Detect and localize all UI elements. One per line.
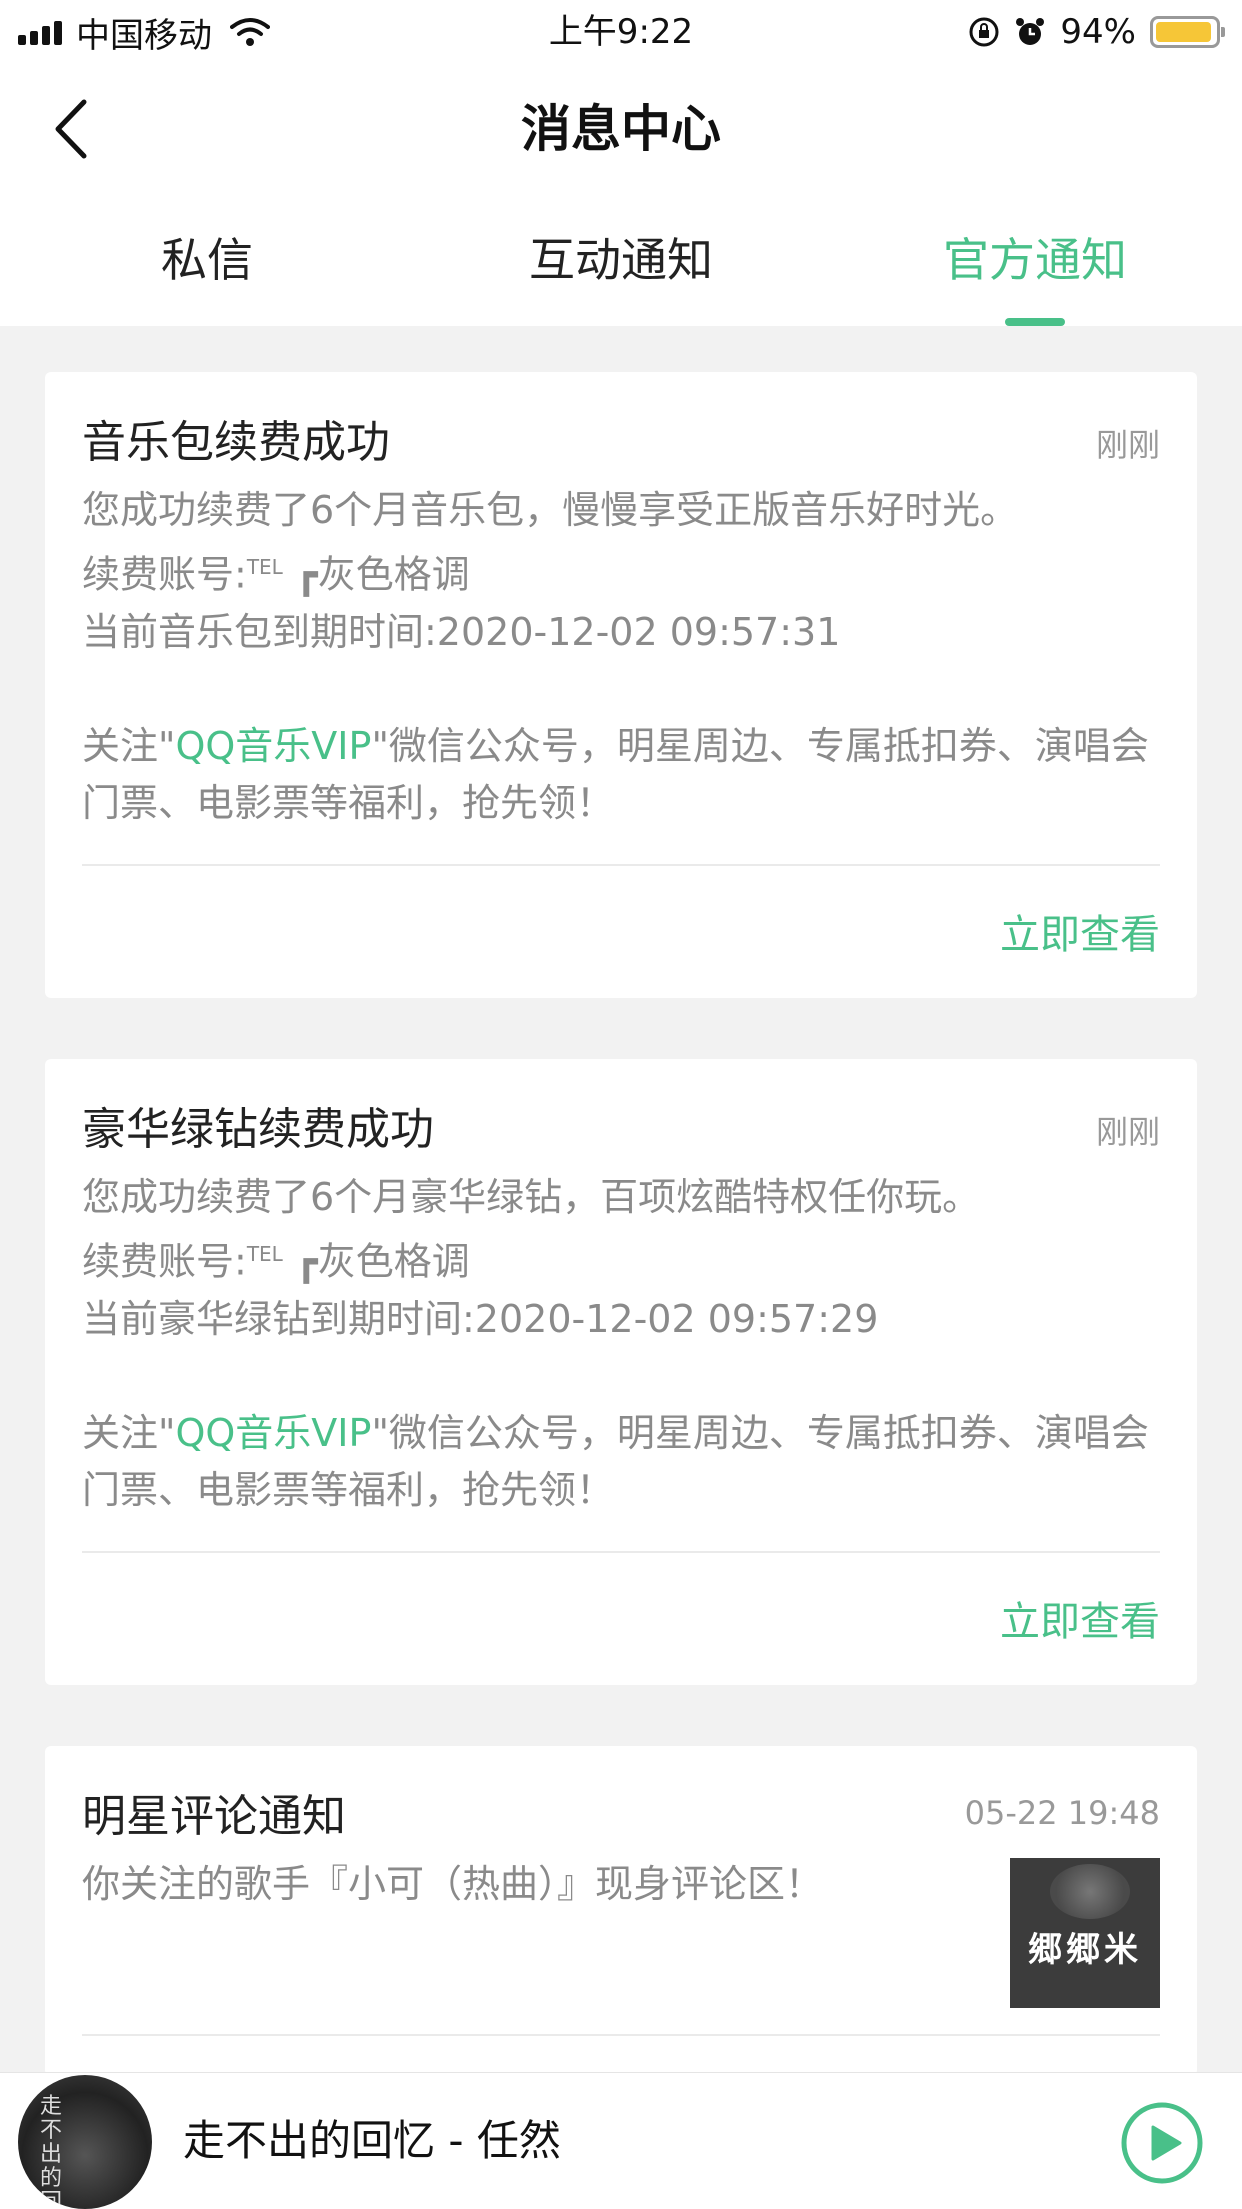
tab-interaction-notifications[interactable]: 互动通知	[414, 194, 828, 326]
card-message: 你关注的歌手『小可（热曲）』现身评论区！	[82, 1862, 824, 1906]
card-message: 您成功续费了6个月豪华绿钻，百项炫酷特权任你玩。	[82, 1175, 981, 1219]
card-account: 续费账号:TEL ┏灰色格调	[82, 552, 470, 597]
card-expiry: 当前豪华绿钻到期时间:2020-12-02 09:57:29	[82, 1296, 879, 1341]
card-time: 05-22 19:48	[964, 1794, 1160, 1832]
card-body: 您成功续费了6个月音乐包，慢慢享受正版音乐好时光。 续费账号:TEL ┏灰色格调…	[82, 482, 1172, 832]
card-time: 刚刚	[1095, 426, 1160, 464]
card-divider	[82, 2034, 1160, 2036]
view-now-button[interactable]: 立即查看	[1000, 1589, 1160, 1647]
card-expiry: 当前音乐包到期时间:2020-12-02 09:57:31	[82, 609, 841, 654]
nav-bar: 消息中心	[0, 64, 1242, 194]
card-body: 你关注的歌手『小可（热曲）』现身评论区！	[82, 1856, 982, 1913]
notification-card[interactable]: 明星评论通知 05-22 19:48 你关注的歌手『小可（热曲）』现身评论区！ …	[45, 1746, 1197, 2076]
tab-official-notifications[interactable]: 官方通知	[828, 194, 1242, 326]
page-title: 消息中心	[521, 100, 721, 158]
card-title: 音乐包续费成功	[82, 417, 390, 468]
view-now-button[interactable]: 立即查看	[1000, 902, 1160, 960]
card-divider	[82, 1551, 1160, 1553]
card-divider	[82, 864, 1160, 866]
promo-link[interactable]: QQ音乐VIP	[175, 724, 371, 768]
play-icon[interactable]	[1120, 2101, 1204, 2185]
mini-player[interactable]: 走不出的回忆 走不出的回忆 - 任然	[0, 2072, 1242, 2209]
now-playing-title: 走不出的回忆 - 任然	[183, 2116, 561, 2165]
battery-icon	[1150, 16, 1225, 48]
comment-thumbnail[interactable]: 郷郷米	[1010, 1858, 1160, 2008]
notification-card: 豪华绿钻续费成功 刚刚 您成功续费了6个月豪华绿钻，百项炫酷特权任你玩。 续费账…	[45, 1059, 1197, 1685]
promo-link[interactable]: QQ音乐VIP	[175, 1411, 371, 1455]
status-bar: 中国移动 上午9:22 94%	[0, 0, 1242, 64]
notification-card: 音乐包续费成功 刚刚 您成功续费了6个月音乐包，慢慢享受正版音乐好时光。 续费账…	[45, 372, 1197, 998]
battery-percent: 94%	[1060, 12, 1136, 52]
card-title: 明星评论通知	[82, 1791, 346, 1842]
card-promo: 关注"QQ音乐VIP"微信公众号，明星周边、专属抵扣券、演唱会门票、电影票等福利…	[82, 1410, 1149, 1512]
card-title: 豪华绿钻续费成功	[82, 1104, 434, 1155]
active-tab-indicator	[1005, 318, 1065, 326]
orientation-lock-icon	[969, 17, 999, 47]
album-cover[interactable]: 走不出的回忆	[18, 2075, 152, 2209]
alarm-icon	[1016, 18, 1045, 45]
card-time: 刚刚	[1095, 1113, 1160, 1151]
card-account: 续费账号:TEL ┏灰色格调	[82, 1239, 470, 1284]
tab-private-messages[interactable]: 私信	[0, 194, 414, 326]
card-body: 您成功续费了6个月豪华绿钻，百项炫酷特权任你玩。 续费账号:TEL ┏灰色格调 …	[82, 1169, 1172, 1519]
card-promo: 关注"QQ音乐VIP"微信公众号，明星周边、专属抵扣券、演唱会门票、电影票等福利…	[82, 723, 1149, 825]
tab-bar: 私信 互动通知 官方通知	[0, 194, 1242, 326]
card-message: 您成功续费了6个月音乐包，慢慢享受正版音乐好时光。	[82, 488, 1019, 532]
